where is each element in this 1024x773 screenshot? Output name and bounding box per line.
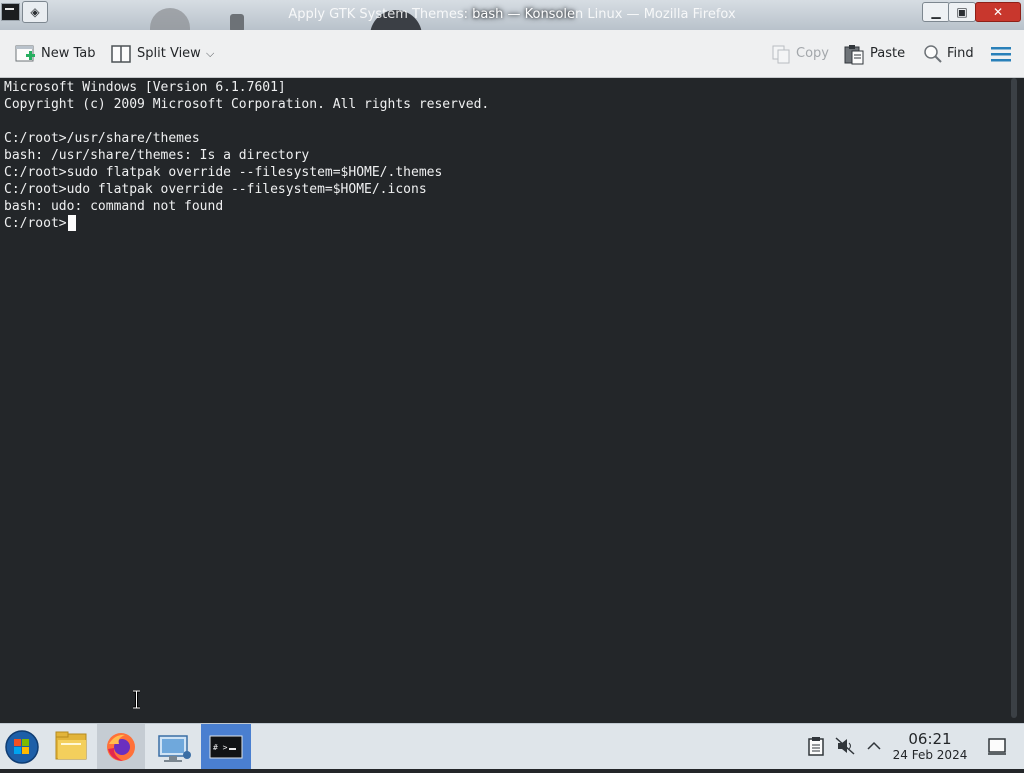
close-button[interactable]: ✕ — [975, 2, 1021, 22]
split-view-icon — [111, 45, 131, 63]
terminal-line: Copyright (c) 2009 Microsoft Corporation… — [4, 97, 490, 112]
window-title: Apply GTK System Themes: bash — Konsolen… — [0, 7, 1024, 22]
search-icon — [924, 45, 942, 63]
hamburger-menu-button[interactable] — [990, 42, 1012, 66]
copy-label: Copy — [796, 46, 829, 61]
network-computer-icon — [158, 735, 191, 762]
new-tab-label: New Tab — [41, 46, 96, 61]
paste-label: Paste — [870, 46, 906, 61]
window-titlebar[interactable]: ◈ Apply GTK System Themes: bash — Konsol… — [0, 0, 1024, 30]
title-active: : bash — Konsole — [463, 7, 576, 22]
minimize-button[interactable]: ▁ — [922, 2, 950, 22]
taskbar: # > 06:21 24 Feb 2024 — [0, 723, 1024, 769]
terminal-line: C:/root>sudo flatpak override --filesyst… — [4, 165, 443, 180]
terminal-output[interactable]: Microsoft Windows [Version 6.1.7601] Copy… — [0, 78, 1010, 723]
new-tab-icon — [15, 45, 35, 62]
split-view-label: Split View — [137, 46, 201, 61]
terminal-prompt: C:/root> — [4, 216, 67, 231]
firefox-task[interactable] — [97, 724, 145, 769]
muted-volume-icon[interactable] — [835, 736, 855, 756]
find-label: Find — [947, 46, 974, 61]
terminal-cursor — [68, 215, 76, 231]
split-view-button[interactable]: Split View ⌵ — [110, 42, 220, 66]
konsole-toolbar: New Tab Split View ⌵ Copy Paste Find — [0, 30, 1024, 78]
maximize-button[interactable]: ▣ — [948, 2, 976, 22]
firefox-icon — [107, 733, 135, 761]
title-behind-prefix: Apply GTK System Themes — [288, 7, 464, 22]
hamburger-menu-icon — [991, 47, 1011, 62]
new-tab-button[interactable]: New Tab — [14, 42, 100, 66]
title-behind-suffix: n Linux — Mozilla Firefox — [575, 7, 736, 22]
clipboard-icon[interactable] — [806, 736, 826, 756]
clock-time[interactable]: 06:21 — [890, 730, 970, 748]
terminal-line: Microsoft Windows [Version 6.1.7601] — [4, 80, 286, 95]
terminal-scrollbar[interactable] — [1011, 78, 1017, 718]
terminal-line: bash: udo: command not found — [4, 199, 224, 214]
windows-orb-icon — [5, 730, 39, 764]
terminal-text: Microsoft Windows [Version 6.1.7601] Copy… — [4, 79, 489, 232]
copy-button[interactable]: Copy — [770, 42, 829, 66]
start-menu-button[interactable] — [0, 724, 48, 769]
file-manager-task[interactable] — [47, 724, 95, 769]
chevron-down-icon[interactable]: ⌵ — [206, 42, 214, 66]
show-desktop-icon[interactable] — [986, 736, 1008, 756]
svg-text:# >: # > — [213, 743, 228, 752]
konsole-task[interactable]: # > — [201, 724, 251, 769]
terminal-line: C:/root>udo flatpak override --filesyste… — [4, 182, 427, 197]
terminal-icon: # > — [209, 735, 243, 759]
terminal-line: bash: /usr/share/themes: Is a directory — [4, 148, 310, 163]
expand-arrow-icon[interactable] — [864, 736, 884, 756]
terminal-line: C:/root>/usr/share/themes — [4, 131, 200, 146]
network-task[interactable] — [150, 724, 198, 769]
paste-icon — [844, 45, 864, 65]
folder-icon — [55, 731, 87, 760]
clock-date[interactable]: 24 Feb 2024 — [886, 748, 974, 762]
paste-button[interactable]: Paste — [843, 42, 907, 66]
ibeam-cursor-icon — [133, 690, 140, 709]
find-button[interactable]: Find — [922, 42, 978, 66]
copy-icon — [772, 45, 790, 64]
